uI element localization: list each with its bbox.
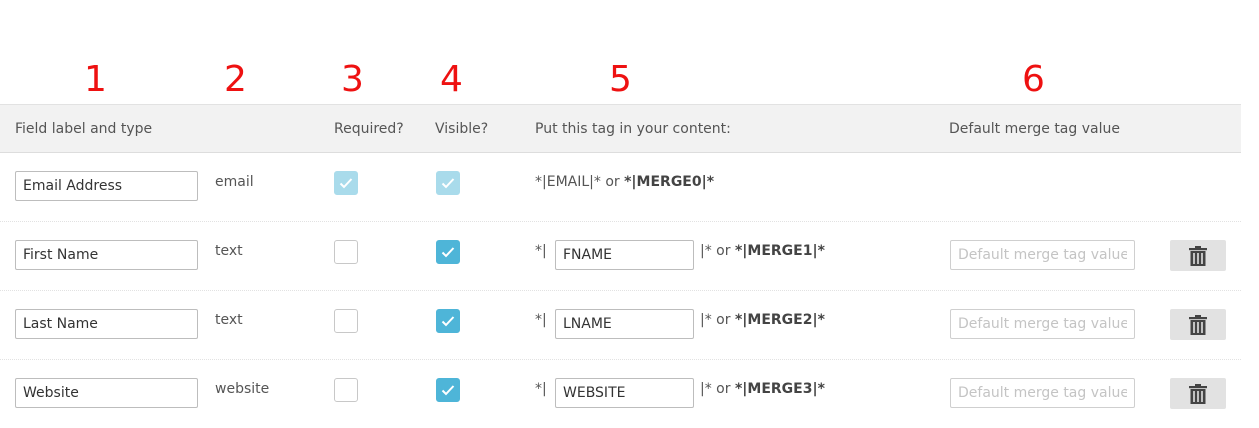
tag-prefix: *| bbox=[535, 381, 547, 397]
header-default: Default merge tag value bbox=[949, 121, 1120, 137]
merge-tag-input[interactable] bbox=[555, 240, 694, 270]
tag-prefix: *| bbox=[535, 243, 547, 259]
field-type: text bbox=[215, 312, 243, 328]
merge-tag-input[interactable] bbox=[555, 378, 694, 408]
merge-code: *|MERGE3|* bbox=[734, 381, 825, 397]
field-type: text bbox=[215, 243, 243, 259]
field-label-input[interactable] bbox=[15, 378, 198, 408]
visible-checkbox[interactable] bbox=[436, 309, 460, 333]
check-icon bbox=[441, 385, 455, 396]
annotation-6: 6 bbox=[1022, 59, 1045, 100]
field-row-first-name: text *| |* or *|MERGE1|* bbox=[0, 221, 1241, 291]
merge-code: *|MERGE1|* bbox=[734, 243, 825, 259]
visible-checkbox[interactable] bbox=[436, 240, 460, 264]
field-row-website: website *| |* or *|MERGE3|* bbox=[0, 359, 1241, 428]
required-checkbox bbox=[334, 171, 358, 195]
default-value-input[interactable] bbox=[950, 378, 1135, 408]
delete-field-button[interactable] bbox=[1170, 240, 1226, 271]
annotation-3: 3 bbox=[341, 59, 364, 100]
or-text: or bbox=[716, 381, 731, 397]
field-type: email bbox=[215, 174, 254, 190]
merge-code: *|MERGE2|* bbox=[734, 312, 825, 328]
tag-prefix: *| bbox=[535, 312, 547, 328]
annotation-5: 5 bbox=[609, 59, 632, 100]
required-checkbox[interactable] bbox=[334, 240, 358, 264]
delete-field-button[interactable] bbox=[1170, 309, 1226, 340]
check-icon bbox=[441, 178, 455, 189]
field-label-input[interactable] bbox=[15, 309, 198, 339]
or-text: or bbox=[716, 312, 731, 328]
annotation-4: 4 bbox=[440, 59, 463, 100]
merge-tag-suffix: |* or *|MERGE2|* bbox=[700, 312, 825, 328]
visible-checkbox[interactable] bbox=[436, 378, 460, 402]
header-tag: Put this tag in your content: bbox=[535, 121, 731, 137]
check-icon bbox=[441, 247, 455, 258]
or-text: or bbox=[716, 243, 731, 259]
merge-tag: *|EMAIL|* bbox=[535, 174, 601, 190]
merge-tag-suffix: |* or *|MERGE3|* bbox=[700, 381, 825, 397]
merge-tag-text: *|EMAIL|* or *|MERGE0|* bbox=[535, 174, 714, 190]
visible-checkbox bbox=[436, 171, 460, 195]
table-header: Field label and type Required? Visible? … bbox=[0, 104, 1241, 153]
header-field-label: Field label and type bbox=[15, 121, 153, 137]
trash-icon bbox=[1189, 384, 1207, 404]
annotation-1: 1 bbox=[84, 59, 107, 100]
trash-icon bbox=[1189, 246, 1207, 266]
field-label-input[interactable] bbox=[15, 171, 198, 201]
tag-suffix: |* bbox=[700, 381, 712, 397]
trash-icon bbox=[1189, 315, 1207, 335]
check-icon bbox=[339, 178, 353, 189]
tag-suffix: |* bbox=[700, 243, 712, 259]
required-checkbox[interactable] bbox=[334, 309, 358, 333]
default-value-input[interactable] bbox=[950, 240, 1135, 270]
merge-tag-suffix: |* or *|MERGE1|* bbox=[700, 243, 825, 259]
field-label-input[interactable] bbox=[15, 240, 198, 270]
tag-suffix: |* bbox=[700, 312, 712, 328]
annotation-2: 2 bbox=[224, 59, 247, 100]
field-type: website bbox=[215, 381, 270, 397]
field-row-email: email *|EMAIL|* or *|MERGE0|* bbox=[0, 152, 1241, 222]
required-checkbox[interactable] bbox=[334, 378, 358, 402]
merge-tag-input[interactable] bbox=[555, 309, 694, 339]
check-icon bbox=[441, 316, 455, 327]
header-visible: Visible? bbox=[435, 121, 489, 137]
delete-field-button[interactable] bbox=[1170, 378, 1226, 409]
default-value-input[interactable] bbox=[950, 309, 1135, 339]
or-text: or bbox=[605, 174, 620, 190]
field-row-last-name: text *| |* or *|MERGE2|* bbox=[0, 290, 1241, 360]
merge-code: *|MERGE0|* bbox=[624, 174, 715, 190]
header-required: Required? bbox=[334, 121, 404, 137]
